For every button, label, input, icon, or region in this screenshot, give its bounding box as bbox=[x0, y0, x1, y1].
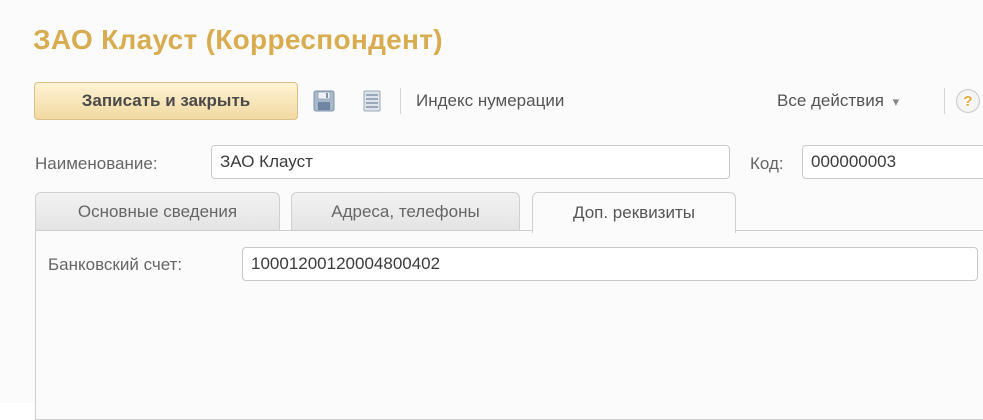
tab-addresses-phones[interactable]: Адреса, телефоны bbox=[291, 192, 520, 230]
floppy-disk-icon bbox=[313, 90, 335, 112]
chevron-down-icon: ▾ bbox=[892, 94, 900, 109]
help-icon[interactable]: ? bbox=[956, 89, 980, 113]
tab-panel-additional-details: Банковский счет: 10001200120004800402 bbox=[35, 230, 983, 420]
save-button[interactable] bbox=[312, 89, 336, 113]
name-field[interactable]: ЗАО Клауст bbox=[211, 145, 730, 179]
save-and-close-button[interactable]: Записать и закрыть bbox=[34, 82, 298, 120]
code-field[interactable]: 000000003 bbox=[802, 145, 983, 179]
numbering-index-button[interactable]: Индекс нумерации bbox=[416, 91, 564, 111]
document-list-button[interactable] bbox=[360, 89, 384, 113]
form-title: ЗАО Клауст (Корреспондент) bbox=[33, 24, 443, 55]
bank-account-label: Банковский счет: bbox=[48, 255, 183, 274]
all-actions-label: Все действия bbox=[777, 91, 884, 110]
all-actions-menu[interactable]: Все действия ▾ bbox=[777, 91, 899, 111]
form-window: ЗАО Клауст (Корреспондент) Записать и за… bbox=[0, 0, 983, 420]
command-bar: Записать и закрыть Индекс нумерации Все … bbox=[0, 80, 983, 122]
tab-main-info[interactable]: Основные сведения bbox=[35, 192, 280, 230]
bank-account-field[interactable]: 10001200120004800402 bbox=[242, 247, 978, 281]
toolbar-separator bbox=[944, 88, 945, 114]
code-label: Код: bbox=[750, 154, 784, 173]
toolbar-separator bbox=[400, 88, 401, 114]
tab-additional-details[interactable]: Доп. реквизиты bbox=[532, 192, 736, 233]
name-label: Наименование: bbox=[35, 154, 158, 173]
document-list-icon bbox=[363, 90, 381, 112]
